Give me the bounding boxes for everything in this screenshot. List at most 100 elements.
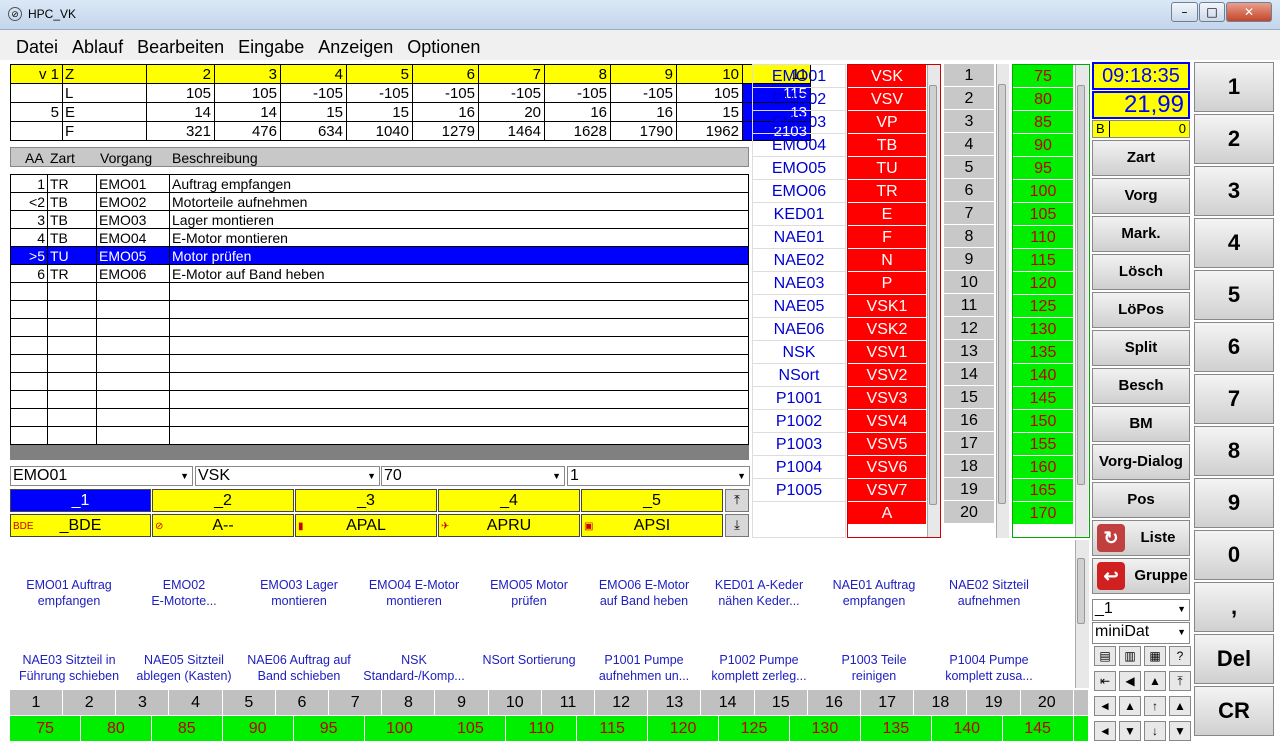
side-button-split[interactable]: Split [1092, 330, 1190, 366]
tool-icon[interactable]: ▲ [1119, 696, 1141, 716]
table-row[interactable] [10, 426, 749, 445]
name-item[interactable]: P1003 [753, 433, 845, 456]
bottom-num[interactable]: 8 [382, 690, 436, 715]
field-cell[interactable]: 5 [10, 102, 63, 122]
num-item[interactable]: 7 [944, 202, 994, 225]
table-cell[interactable] [10, 408, 48, 427]
bottom-num[interactable]: 18 [914, 690, 968, 715]
name-item[interactable]: EMO05 [753, 157, 845, 180]
table-cell[interactable]: 6 [10, 264, 48, 283]
table-cell[interactable]: TR [47, 264, 97, 283]
table-row[interactable] [10, 390, 749, 409]
field-cell[interactable]: E [62, 102, 147, 122]
field-cell[interactable]: 15 [280, 102, 347, 122]
close-button[interactable]: ✕ [1226, 2, 1272, 22]
table-cell[interactable]: EMO02 [96, 192, 170, 211]
val-item[interactable]: 130 [1013, 318, 1073, 341]
num-item[interactable]: 17 [944, 432, 994, 455]
tile-item[interactable]: NAE01 Auftrag empfangen [819, 577, 929, 609]
table-cell[interactable]: 1 [10, 174, 48, 193]
table-row[interactable] [10, 408, 749, 427]
side-button-mark[interactable]: Mark. [1092, 216, 1190, 252]
bottom-val[interactable]: 110 [506, 716, 578, 741]
table-cell[interactable] [169, 318, 749, 337]
scroll-top-button[interactable]: ⤒ [725, 489, 749, 512]
num-item[interactable]: 5 [944, 156, 994, 179]
liste-button[interactable]: ↻ Liste [1092, 520, 1190, 556]
table-cell[interactable]: TB [47, 192, 97, 211]
side-button-vorgdialog[interactable]: Vorg-Dialog [1092, 444, 1190, 480]
name-item[interactable]: P1002 [753, 410, 845, 433]
field-cell[interactable]: -105 [280, 83, 347, 103]
table-cell[interactable]: 3 [10, 210, 48, 229]
table-cell[interactable] [96, 390, 170, 409]
tool-icon[interactable]: ▦ [1144, 646, 1166, 666]
menu-eingabe[interactable]: Eingabe [231, 30, 311, 57]
bottom-val[interactable]: 115 [577, 716, 649, 741]
num-item[interactable]: 18 [944, 455, 994, 478]
tile-item[interactable]: EMO04 E-Motor montieren [359, 577, 469, 609]
table-cell[interactable] [47, 408, 97, 427]
bottom-num[interactable]: 2 [63, 690, 117, 715]
keypad-1[interactable]: 1 [1194, 62, 1274, 112]
col-vorgang[interactable]: Vorgang [100, 150, 152, 166]
tile-item[interactable]: NAE05 Sitzteil ablegen (Kasten) [129, 652, 239, 684]
table-cell[interactable] [96, 354, 170, 373]
table-cell[interactable]: EMO03 [96, 210, 170, 229]
table-cell[interactable] [169, 336, 749, 355]
field-cell[interactable]: 15 [346, 102, 413, 122]
field-cell[interactable]: L [62, 83, 147, 103]
field-cell[interactable]: 16 [412, 102, 479, 122]
table-row[interactable] [10, 336, 749, 355]
val-item[interactable]: 165 [1013, 479, 1073, 502]
num-item[interactable]: 13 [944, 340, 994, 363]
keypad-8[interactable]: 8 [1194, 426, 1274, 476]
table-cell[interactable] [47, 390, 97, 409]
field-cell[interactable]: 1962 [676, 121, 743, 141]
code-item[interactable]: VSV5 [848, 433, 926, 456]
table-cell[interactable]: TB [47, 228, 97, 247]
maximize-button[interactable]: □ [1199, 2, 1225, 22]
num-item[interactable]: 15 [944, 386, 994, 409]
num-item[interactable]: 12 [944, 317, 994, 340]
tab2-3[interactable]: ▮ APAL [295, 514, 437, 537]
menu-bearbeiten[interactable]: Bearbeiten [130, 30, 231, 57]
name-item[interactable]: NAE06 [753, 318, 845, 341]
side-button-besch[interactable]: Besch [1092, 368, 1190, 404]
val-item[interactable]: 140 [1013, 364, 1073, 387]
tile-item[interactable]: P1002 Pumpe komplett zerleg... [704, 652, 814, 684]
tab2-1[interactable]: BDE _BDE [10, 514, 151, 537]
code-item[interactable]: VSV6 [848, 456, 926, 479]
bottom-val[interactable]: 95 [293, 716, 365, 741]
table-row[interactable] [10, 354, 749, 373]
table-row[interactable]: <2 TB EMO02 Motorteile aufnehmen [10, 192, 749, 211]
table-cell[interactable]: EMO04 [96, 228, 170, 247]
group-combo[interactable]: _1 ▼ [1092, 599, 1190, 621]
num-item[interactable]: 2 [944, 87, 994, 110]
side-button-vorg[interactable]: Vorg [1092, 178, 1190, 214]
col-zart[interactable]: Zart [50, 150, 75, 166]
code-item[interactable]: VP [848, 111, 926, 134]
bottom-num[interactable]: 6 [276, 690, 329, 715]
num-item[interactable]: 19 [944, 478, 994, 501]
side-button-zart[interactable]: Zart [1092, 140, 1190, 176]
table-row[interactable] [10, 300, 749, 319]
bottom-num[interactable]: 4 [169, 690, 223, 715]
code-item[interactable]: VSV1 [848, 341, 926, 364]
keypad-0[interactable]: 0 [1194, 530, 1274, 580]
table-row[interactable]: 6 TR EMO06 E-Motor auf Band heben [10, 264, 749, 283]
table-row[interactable]: 3 TB EMO03 Lager montieren [10, 210, 749, 229]
name-item[interactable]: P1004 [753, 456, 845, 479]
table-cell[interactable] [169, 408, 749, 427]
num-item[interactable]: 10 [944, 271, 994, 294]
table-cell[interactable]: TB [47, 210, 97, 229]
menu-optionen[interactable]: Optionen [400, 30, 487, 57]
tile-item[interactable]: KED01 A-Keder nähen Keder... [704, 577, 814, 609]
tab-4[interactable]: _4 [438, 489, 580, 512]
bottom-val[interactable]: 80 [80, 716, 152, 741]
side-button-bm[interactable]: BM [1092, 406, 1190, 442]
field-header-cell[interactable]: v 1 [10, 64, 63, 84]
table-row[interactable]: >5 TU EMO05 Motor prüfen [10, 246, 749, 265]
num-item[interactable]: 14 [944, 363, 994, 386]
code-item[interactable]: VSV2 [848, 364, 926, 387]
